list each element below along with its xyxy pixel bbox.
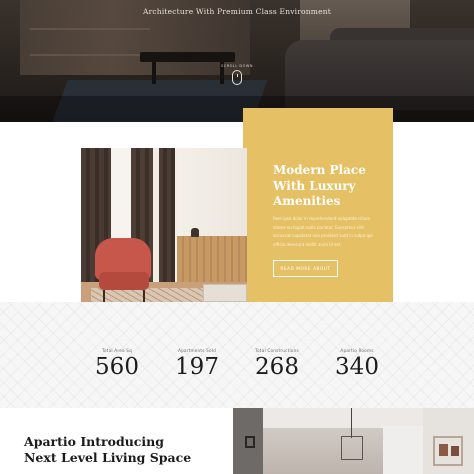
photo-pendant-lamp [341, 436, 363, 460]
stat-label: Apartio Rooms [340, 348, 374, 353]
stat-label: Total Area Sq [102, 348, 132, 353]
stat-value: 197 [175, 354, 219, 380]
photo-lamp-cord [351, 408, 352, 438]
stat-label: Apartments Sold [178, 348, 216, 353]
hero-background-shelf [30, 28, 150, 56]
read-more-button[interactable]: READ MORE ABOUT [273, 260, 338, 277]
photo-side-table [203, 284, 247, 302]
stat-value: 340 [335, 354, 379, 380]
stat-label: Total Constructions [255, 348, 299, 353]
photo-frame [245, 436, 255, 448]
stats-section: Total Area Sq 560 Apartments Sold 197 To… [0, 302, 474, 408]
scroll-down-label: SCROLL DOWN [221, 64, 253, 68]
photo-curtain [159, 148, 175, 298]
stat-total-constructions: Total Constructions 268 [237, 348, 317, 380]
stat-value: 560 [95, 354, 139, 380]
hero-background-table [140, 52, 235, 62]
stat-total-area: Total Area Sq 560 [77, 348, 157, 380]
photo-window [383, 426, 423, 474]
photo-ceiling [263, 408, 423, 428]
intro-title-line1: Apartio Introducing [24, 434, 164, 449]
photo-cabinet [177, 236, 247, 282]
stat-apartments-sold: Apartments Sold 197 [157, 348, 237, 380]
intro-title: Apartio Introducing Next Level Living Sp… [24, 434, 234, 466]
hero-floor-shadow [0, 96, 474, 122]
mouse-scroll-icon[interactable] [232, 70, 242, 85]
photo-vase [191, 228, 199, 237]
stat-apartio-rooms: Apartio Rooms 340 [317, 348, 397, 380]
photo-armchair-seat [99, 272, 149, 290]
interior-photo [233, 408, 474, 474]
photo-frame [439, 444, 448, 456]
photo-frame [451, 446, 459, 456]
living-room-photo [81, 148, 247, 316]
feature-body: Rem ipsa dolor in reprehenderit voluptat… [273, 216, 373, 247]
hero-section: Architecture With Premium Class Environm… [0, 0, 474, 122]
feature-title: Modern Place With Luxury Amenities [273, 163, 366, 208]
intro-title-line2: Next Level Living Space [24, 450, 192, 465]
stat-value: 268 [255, 354, 299, 380]
hero-subtitle: Architecture With Premium Class Environm… [142, 7, 331, 16]
